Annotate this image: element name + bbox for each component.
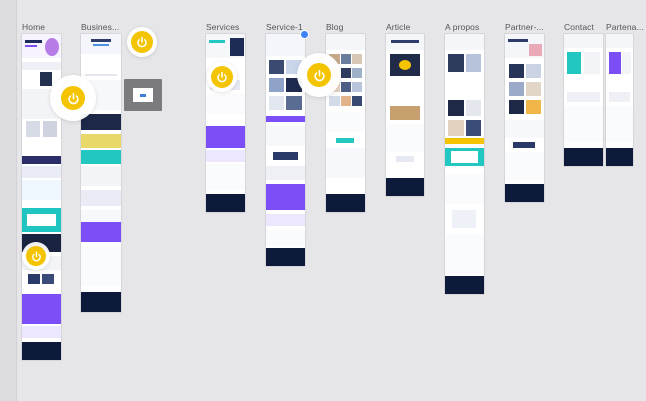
frame-label-blog[interactable]: Blog [326, 22, 343, 32]
popup-preview [133, 88, 153, 102]
frame-label-partner[interactable]: Partner-... [505, 22, 544, 32]
frame-label-article[interactable]: Article [386, 22, 410, 32]
power-badge-home-lower[interactable] [22, 242, 50, 270]
frame-label-home[interactable]: Home [22, 22, 45, 32]
frame-contact[interactable] [564, 34, 603, 166]
power-icon [67, 92, 79, 104]
inspector-popup[interactable] [124, 79, 162, 111]
frame-label-service-1[interactable]: Service-1 [266, 22, 303, 32]
canvas-left-edge [0, 0, 17, 401]
power-badge-business[interactable] [127, 27, 157, 57]
power-icon [137, 36, 147, 48]
comment-marker-dot[interactable] [300, 30, 309, 39]
frame-partena[interactable] [606, 34, 633, 166]
frame-partner[interactable] [505, 34, 544, 202]
frame-business[interactable] [81, 34, 121, 312]
power-icon [31, 251, 41, 261]
power-badge-service-1[interactable] [297, 53, 341, 97]
frame-label-services[interactable]: Services [206, 22, 239, 32]
frame-a-propos[interactable] [445, 34, 484, 294]
power-icon [217, 71, 227, 83]
frame-label-a-propos[interactable]: A propos [445, 22, 479, 32]
power-badge-services[interactable] [207, 62, 237, 92]
frame-label-partena[interactable]: Partena... [606, 22, 644, 32]
frame-label-business[interactable]: Busines... [81, 22, 119, 32]
power-badge-home-large[interactable] [50, 75, 96, 121]
frame-label-contact[interactable]: Contact [564, 22, 594, 32]
power-icon [313, 69, 325, 81]
frame-services[interactable] [206, 34, 245, 212]
frame-article[interactable] [386, 34, 424, 196]
